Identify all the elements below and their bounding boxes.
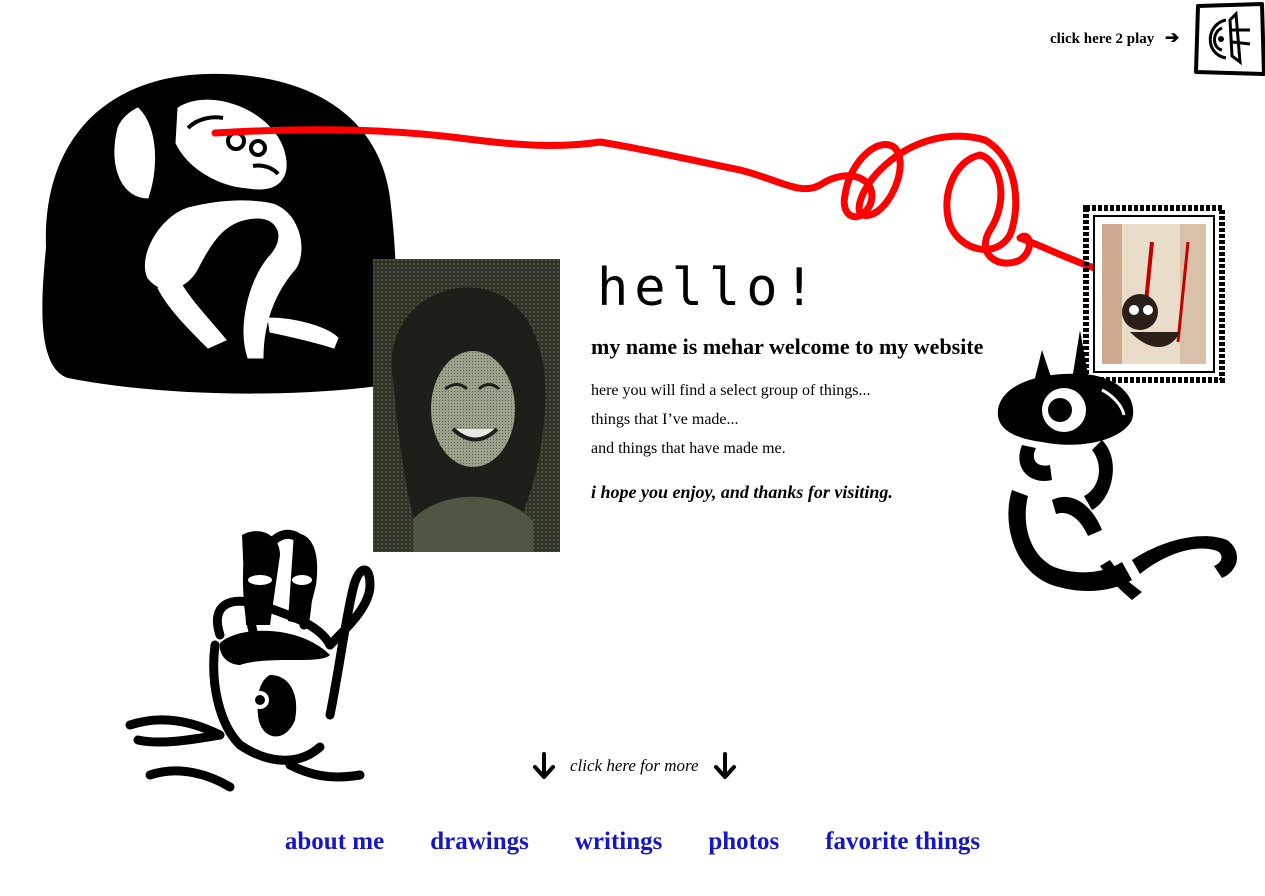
down-arrow-icon [533, 752, 555, 779]
eye-creature-drawing [997, 330, 1238, 600]
bunny-creature-drawing [125, 529, 375, 792]
nav-link-favorite-things[interactable]: favorite things [825, 828, 980, 856]
portrait-photo [373, 259, 560, 552]
greeting-heading: hello! [597, 258, 821, 318]
intro-line: and things that have made me. [591, 440, 786, 457]
nav-link-drawings[interactable]: drawings [430, 828, 529, 856]
nav-link-writings[interactable]: writings [575, 828, 663, 856]
closing-text: i hope you enjoy, and thanks for visitin… [591, 482, 893, 502]
bottom-nav: about me drawings writings photos favori… [0, 828, 1265, 856]
down-arrow-icon [713, 752, 736, 779]
nav-link-about-me[interactable]: about me [285, 828, 384, 856]
more-link[interactable]: click here for more [532, 752, 737, 780]
more-link-label[interactable]: click here for more [570, 756, 699, 776]
play-music-link[interactable]: click here 2 play [1050, 31, 1154, 48]
intro-line: things that I’ve made... [591, 411, 739, 428]
intro-line: here you will find a select group of thi… [591, 382, 871, 399]
speaker-icon[interactable] [1192, 2, 1265, 78]
nav-link-photos[interactable]: photos [708, 828, 779, 856]
right-arrow-icon: ➔ [1165, 28, 1180, 47]
dog-blob-drawing [42, 73, 396, 394]
intro-heading: my name is mehar welcome to my website [591, 334, 984, 359]
